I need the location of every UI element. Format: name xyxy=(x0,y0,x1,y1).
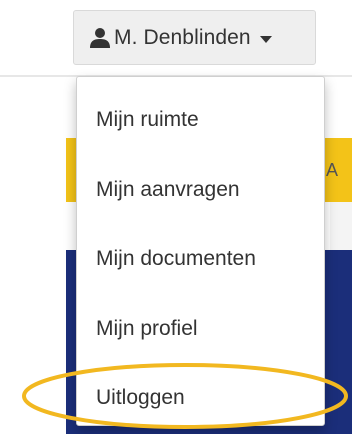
menu-item-mijn-aanvragen[interactable]: Mijn aanvragen xyxy=(96,178,240,202)
user-icon xyxy=(89,27,111,49)
menu-item-uitloggen[interactable]: Uitloggen xyxy=(96,386,185,410)
menu-item-mijn-profiel[interactable]: Mijn profiel xyxy=(96,317,198,341)
banner-partial-text: A xyxy=(326,160,339,180)
menu-item-mijn-ruimte[interactable]: Mijn ruimte xyxy=(96,108,199,132)
light-section xyxy=(330,202,352,250)
caret-down-icon xyxy=(259,35,272,43)
screenshot-stage: A M. Denblinden Mijn ruimte Mijn aanvrag… xyxy=(0,0,352,434)
menu-item-mijn-documenten[interactable]: Mijn documenten xyxy=(96,247,256,271)
user-dropdown-menu: Mijn ruimte Mijn aanvragen Mijn document… xyxy=(76,76,325,426)
user-menu-toggle[interactable]: M. Denblinden xyxy=(73,10,316,65)
user-name: M. Denblinden xyxy=(114,25,251,49)
